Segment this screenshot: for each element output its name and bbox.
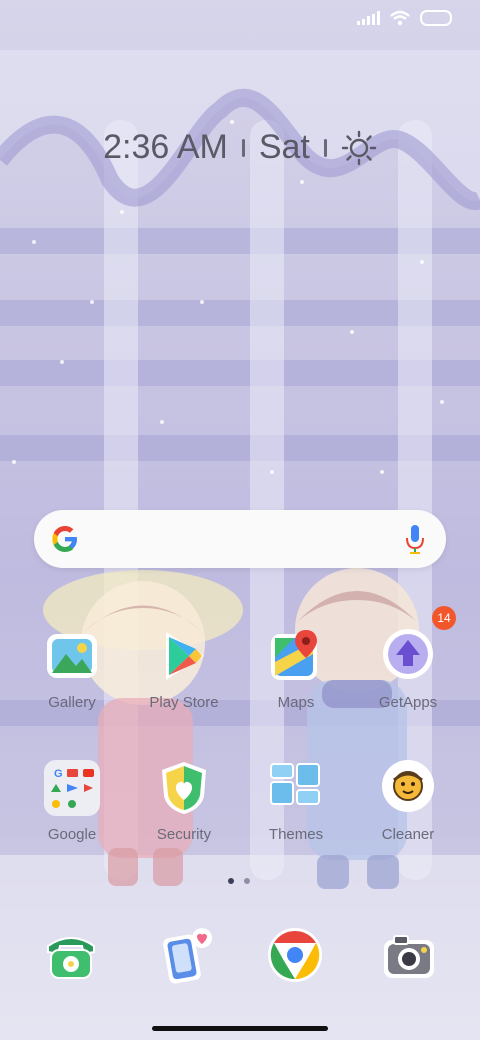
app-getapps[interactable]: 14 GetApps	[358, 606, 458, 711]
cleaner-icon	[380, 760, 436, 816]
mic-icon[interactable]	[404, 524, 426, 556]
app-label: Google	[47, 826, 97, 843]
chrome-icon	[268, 928, 322, 982]
gallery-icon	[44, 628, 100, 684]
page-dot[interactable]	[244, 878, 250, 884]
app-maps[interactable]: Maps	[246, 628, 346, 711]
battery-icon	[420, 10, 452, 26]
maps-icon	[268, 628, 324, 684]
wifi-icon	[390, 10, 410, 26]
app-label: Security	[156, 826, 212, 843]
app-themes[interactable]: Themes	[246, 760, 346, 843]
time-text: 2:36 AM	[103, 128, 228, 166]
app-label: Play Store	[149, 694, 219, 711]
themes-icon	[268, 760, 324, 816]
google-search-bar[interactable]	[34, 510, 446, 568]
notification-badge: 14	[432, 606, 456, 630]
page-dot-active[interactable]	[228, 878, 234, 884]
security-icon	[156, 760, 212, 816]
google-g-icon	[52, 526, 77, 552]
app-google-folder[interactable]: G Google	[22, 760, 122, 843]
divider	[323, 138, 327, 157]
page-indicator[interactable]	[228, 878, 250, 884]
day-text: Sat	[258, 128, 310, 166]
app-label: Maps	[277, 694, 315, 711]
home-gesture-bar[interactable]	[152, 1026, 328, 1031]
app-label: GetApps	[378, 694, 438, 711]
dock-chrome[interactable]	[266, 926, 324, 984]
camera-icon	[384, 935, 434, 978]
getapps-icon: 14	[380, 606, 456, 684]
signal-icon	[357, 11, 380, 25]
app-play-store[interactable]: Play Store	[134, 628, 234, 711]
status-bar	[357, 10, 452, 26]
app-label: Cleaner	[381, 826, 435, 843]
app-security[interactable]: Security	[134, 760, 234, 843]
phone-icon	[47, 937, 95, 979]
app-cleaner[interactable]: Cleaner	[358, 760, 458, 843]
dock-camera[interactable]	[380, 926, 438, 984]
svg-text:G: G	[54, 768, 63, 780]
sun-icon	[341, 130, 377, 165]
google-folder-icon: G	[44, 760, 100, 816]
dock-messages[interactable]	[158, 926, 216, 984]
clock-widget[interactable]: 2:36 AM Sat	[0, 128, 480, 167]
app-label: Themes	[268, 826, 324, 843]
divider	[241, 138, 245, 157]
dock-phone[interactable]	[42, 926, 100, 984]
play-store-icon	[156, 628, 212, 684]
messages-icon	[163, 928, 212, 984]
app-gallery[interactable]: Gallery	[22, 628, 122, 711]
app-label: Gallery	[48, 694, 96, 711]
